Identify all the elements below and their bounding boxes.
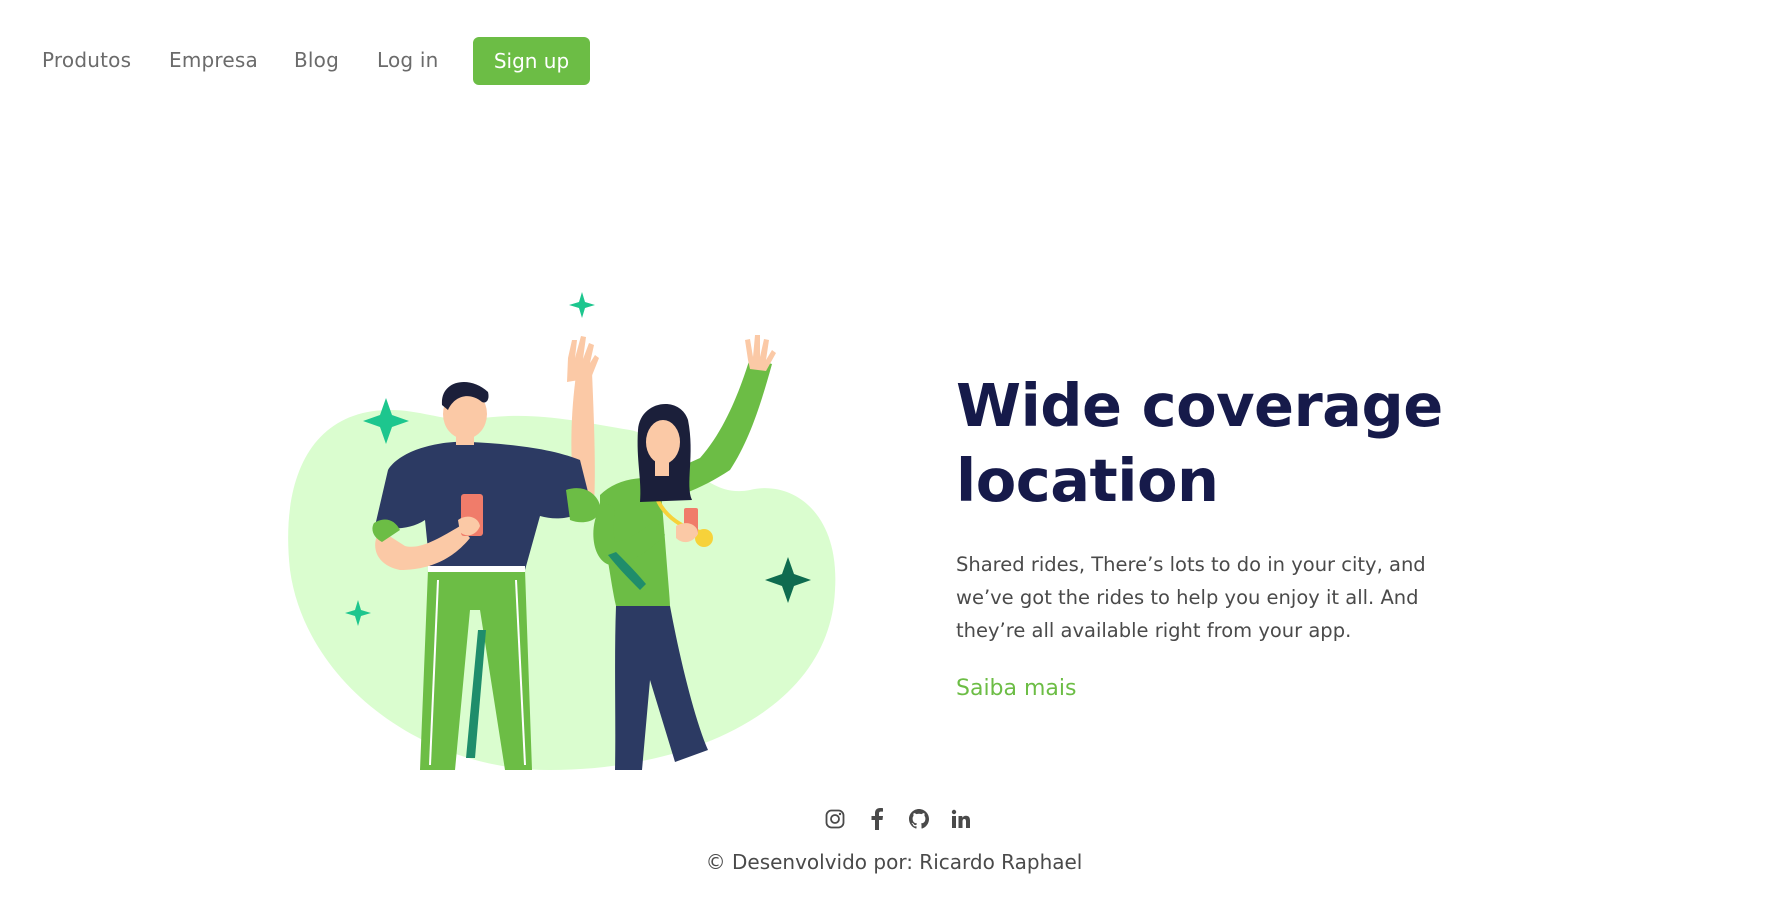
hero-illustration: [288, 292, 836, 770]
nav-link-produtos[interactable]: Produtos: [42, 48, 131, 72]
hero-description: Shared rides, There’s lots to do in your…: [956, 553, 1426, 642]
social-links: [822, 806, 974, 832]
nav-link-empresa[interactable]: Empresa: [169, 48, 258, 72]
signup-button[interactable]: Sign up: [473, 37, 590, 85]
nav-link-login[interactable]: Log in: [377, 48, 439, 72]
nav-link-blog[interactable]: Blog: [294, 48, 339, 72]
facebook-icon[interactable]: [864, 806, 890, 832]
github-icon[interactable]: [906, 806, 932, 832]
top-nav: Produtos Empresa Blog Log in Sign up: [0, 0, 1788, 122]
hero-title-line2: location: [956, 446, 1219, 515]
hero-title: Wide coverage location: [956, 368, 1516, 518]
footer-credit: © Desenvolvido por: Ricardo Raphael: [705, 850, 1083, 874]
linkedin-icon[interactable]: [948, 806, 974, 832]
saiba-mais-link[interactable]: Saiba mais: [956, 676, 1076, 701]
hero-title-line1: Wide coverage: [956, 371, 1443, 440]
instagram-icon[interactable]: [822, 806, 848, 832]
